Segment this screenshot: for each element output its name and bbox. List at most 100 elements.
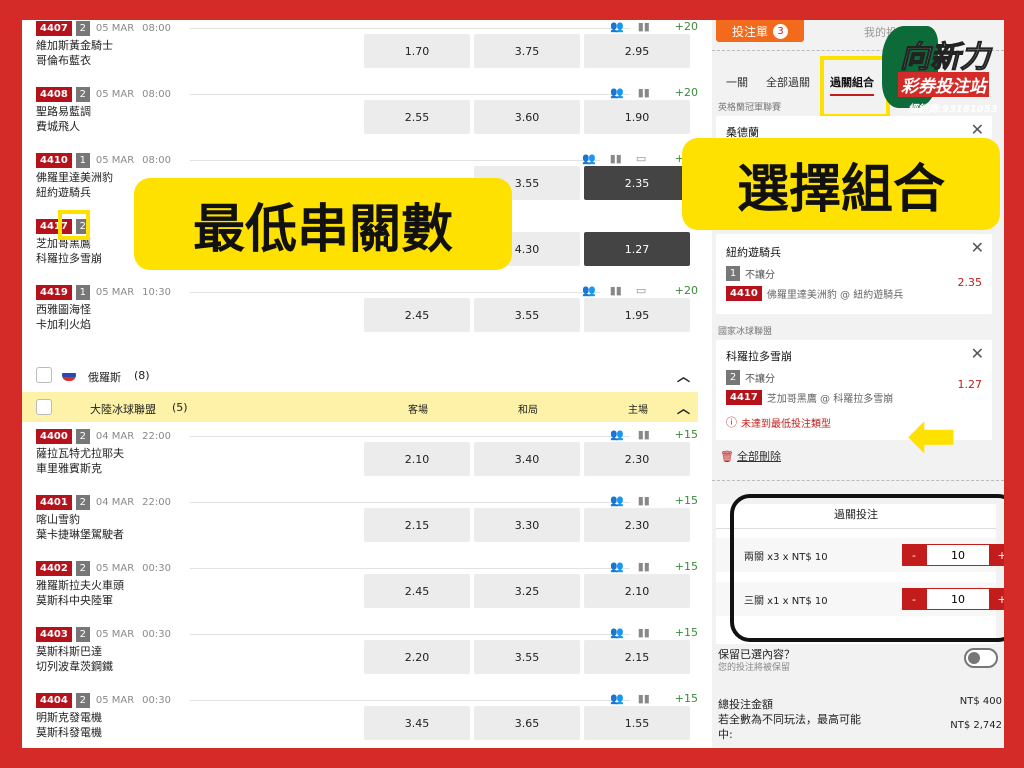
odds-home-button[interactable]: 2.45	[364, 298, 470, 332]
more-markets-link[interactable]: +15	[668, 692, 698, 705]
league-checkbox[interactable]	[36, 367, 52, 383]
handicap-badge: 2	[75, 560, 90, 576]
keep-selections-subtitle: 您的投注將被保留	[718, 663, 791, 673]
bar-chart-icon[interactable]: ▮▮	[610, 152, 622, 165]
bar-chart-icon[interactable]: ▮▮	[638, 428, 650, 441]
odds-away-button[interactable]: 2.15	[584, 640, 690, 674]
bar-chart-icon[interactable]: ▮▮	[638, 626, 650, 639]
bar-chart-icon[interactable]: ▮▮	[638, 692, 650, 705]
match-time: 08:00	[142, 88, 171, 100]
odds-away-button[interactable]: 1.95	[584, 298, 690, 332]
odds-draw-button[interactable]: 3.60	[474, 100, 580, 134]
home-team: 佛羅里達美洲豹	[36, 171, 113, 184]
more-markets-link[interactable]: +15	[668, 560, 698, 573]
keep-selections-toggle[interactable]	[964, 648, 998, 668]
select-combo-overlay: 選擇組合	[682, 138, 1000, 230]
odds-draw-button[interactable]: 3.75	[474, 34, 580, 68]
stats-people-icon[interactable]: 👥	[610, 692, 624, 705]
bet-slip-tab[interactable]: 投注單 3	[716, 20, 804, 42]
league-checkbox[interactable]	[36, 399, 52, 415]
parlay-highlight-box	[730, 494, 1004, 642]
match-icons: 👥 ▮▮ ▭	[582, 152, 646, 165]
match-teams: 維加斯黃金騎士 哥倫布藍衣	[36, 38, 113, 68]
odds-home-button[interactable]: 2.20	[364, 640, 470, 674]
home-team: 維加斯黃金騎士	[36, 39, 113, 52]
stats-people-icon[interactable]: 👥	[582, 284, 596, 297]
stats-people-icon[interactable]: 👥	[610, 494, 624, 507]
tab-all-parlay[interactable]: 全部過關	[766, 74, 810, 90]
odds-home-button[interactable]: 2.10	[364, 442, 470, 476]
match-row: 4401 2 04 MAR 22:00 👥 ▮▮ +15 喀山雪豹 葉卡捷琳堡駕駛者 2.15 3.…	[22, 490, 698, 556]
close-icon[interactable]: ✕	[971, 238, 984, 257]
odds-away-button[interactable]: 2.10	[584, 574, 690, 608]
odds-away-button[interactable]: 1.55	[584, 706, 690, 740]
divider	[190, 700, 630, 701]
bar-chart-icon[interactable]: ▮▮	[638, 86, 650, 99]
handicap-badge: 2	[75, 20, 90, 36]
match-id-badge: 4407	[36, 20, 72, 36]
delete-all-button[interactable]: 🗑 全部刪除	[720, 448, 781, 464]
more-markets-link[interactable]: +20	[668, 20, 698, 33]
odds-home-button[interactable]: 3.45	[364, 706, 470, 740]
handicap-badge: 1	[75, 152, 90, 168]
bar-chart-icon[interactable]: ▮▮	[638, 494, 650, 507]
odds-home-button[interactable]: 2.45	[364, 574, 470, 608]
odds-away-button[interactable]: 2.95	[584, 34, 690, 68]
odds-away-button[interactable]: 1.27	[584, 232, 690, 266]
bar-chart-icon[interactable]: ▮▮	[638, 20, 650, 33]
more-markets-link[interactable]: +20	[668, 284, 698, 297]
stats-people-icon[interactable]: 👥	[610, 626, 624, 639]
match-row: 4407 2 05 MAR 08:00 👥 ▮▮ +20 維加斯黃金騎士 哥倫布藍衣 1.70 3.…	[22, 20, 698, 82]
stats-people-icon[interactable]: 👥	[610, 20, 624, 33]
match-header: 4400 2 04 MAR 22:00	[36, 428, 171, 444]
max-payout-value: NT$ 2,742	[950, 720, 1002, 731]
odds-away-button[interactable]: 2.30	[584, 508, 690, 542]
stats-people-icon[interactable]: 👥	[582, 152, 596, 165]
odds-draw-button[interactable]: 3.65	[474, 706, 580, 740]
odds-draw-button[interactable]: 3.30	[474, 508, 580, 542]
match-date: 05 MAR	[95, 694, 135, 706]
league-row-khl[interactable]: 大陸冰球聯盟 (5) 客場 和局 主場 ︿	[22, 392, 698, 422]
divider	[712, 480, 1004, 481]
bet-slip-tab-label: 投注單	[731, 24, 768, 39]
odds-home-button[interactable]: 1.70	[364, 34, 470, 68]
match-time: 00:30	[142, 628, 171, 640]
league-row-russia[interactable]: 俄羅斯 (8) ︿	[22, 360, 698, 390]
away-team: 莫斯科發電機	[36, 726, 102, 739]
col-header-home: 客場	[408, 405, 428, 416]
match-date: 05 MAR	[95, 628, 135, 640]
more-markets-link[interactable]: +15	[668, 428, 698, 441]
stats-people-icon[interactable]: 👥	[610, 560, 624, 573]
chevron-up-icon[interactable]: ︿	[677, 366, 690, 385]
match-time: 08:00	[142, 154, 171, 166]
home-team: 明斯克發電機	[36, 711, 102, 724]
home-team: 雅羅斯拉夫火車頭	[36, 579, 124, 592]
more-markets-link[interactable]: +20	[668, 86, 698, 99]
tab-single[interactable]: 一關	[726, 74, 748, 90]
close-icon[interactable]: ✕	[971, 344, 984, 363]
odds-draw-button[interactable]: 3.40	[474, 442, 580, 476]
divider	[190, 568, 630, 569]
chevron-up-icon[interactable]: ︿	[677, 398, 690, 417]
more-markets-link[interactable]: +15	[668, 626, 698, 639]
odds-away-button[interactable]: 2.35	[584, 166, 690, 200]
odds-away-button[interactable]: 2.30	[584, 442, 690, 476]
more-markets-link[interactable]: +15	[668, 494, 698, 507]
away-team: 葉卡捷琳堡駕駛者	[36, 528, 124, 541]
match-date: 05 MAR	[95, 562, 135, 574]
odds-home-button[interactable]: 2.55	[364, 100, 470, 134]
bar-chart-icon[interactable]: ▮▮	[610, 284, 622, 297]
odds-away-button[interactable]: 1.90	[584, 100, 690, 134]
stats-people-icon[interactable]: 👥	[610, 86, 624, 99]
tv-icon[interactable]: ▭	[636, 284, 646, 297]
stats-people-icon[interactable]: 👥	[610, 428, 624, 441]
away-team: 車里雅賓斯克	[36, 462, 102, 475]
odds-draw-button[interactable]: 3.25	[474, 574, 580, 608]
bar-chart-icon[interactable]: ▮▮	[638, 560, 650, 573]
tv-icon[interactable]: ▭	[636, 152, 646, 165]
league-name: 大陸冰球聯盟	[90, 403, 156, 416]
odds-draw-button[interactable]: 3.55	[474, 640, 580, 674]
odds-draw-button[interactable]: 3.55	[474, 298, 580, 332]
odds-home-button[interactable]: 2.15	[364, 508, 470, 542]
home-team: 薩拉瓦特尤拉耶夫	[36, 447, 124, 460]
